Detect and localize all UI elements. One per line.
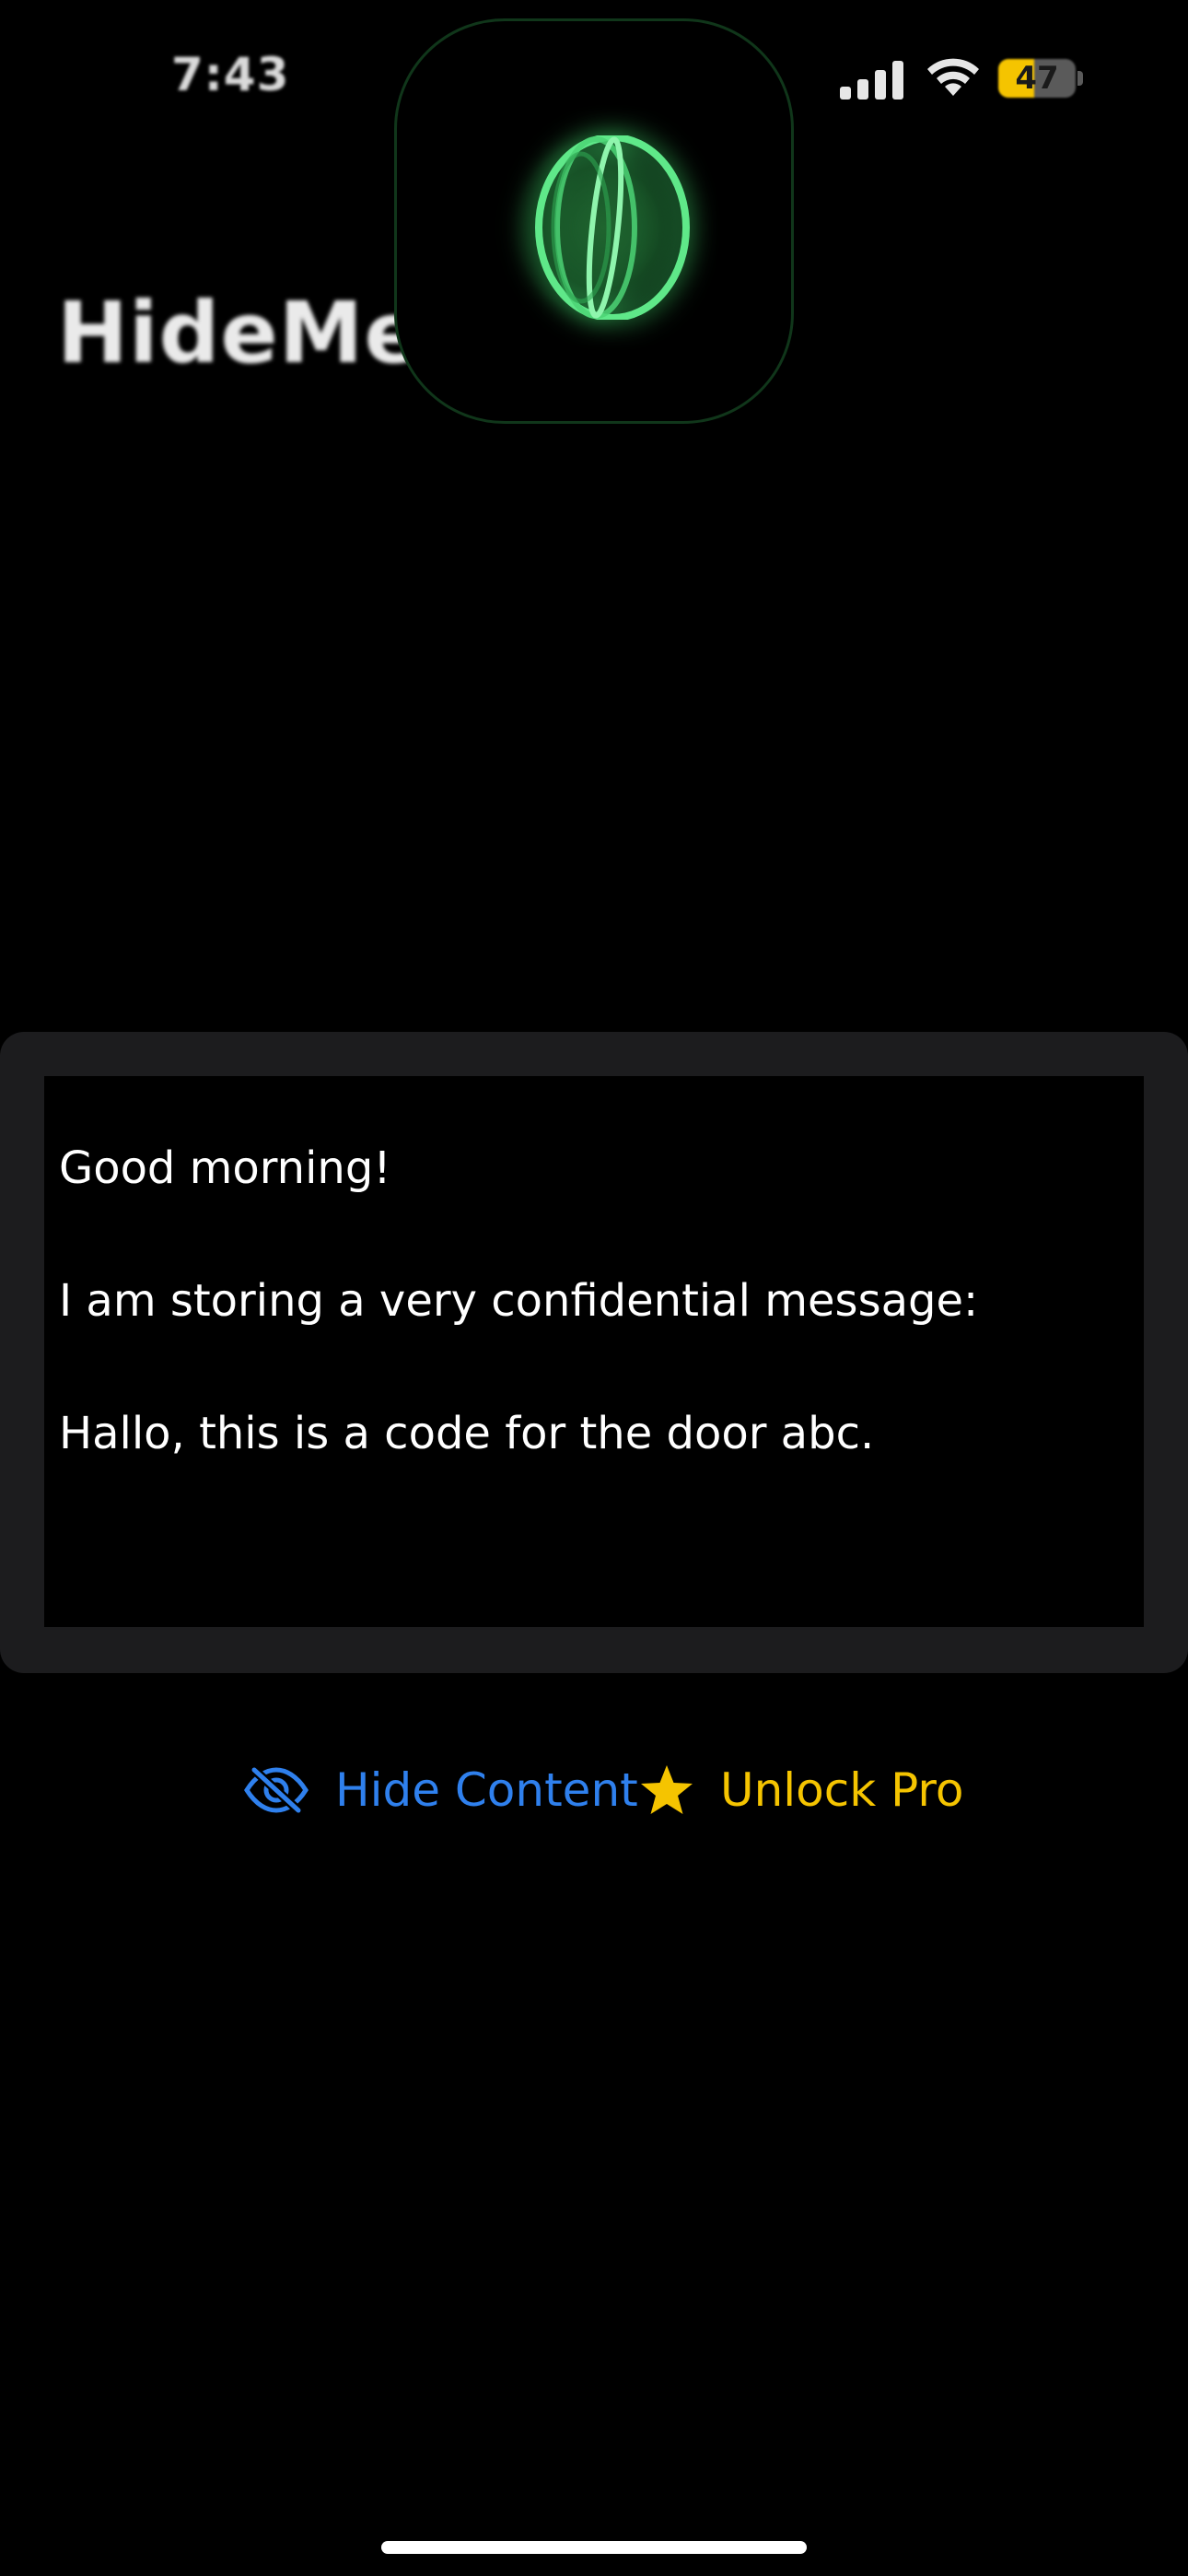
message-line: Hallo, this is a code for the door abc.	[59, 1408, 875, 1459]
action-bar: Hide Content Unlock Pro	[243, 1758, 980, 1822]
hide-content-label: Hide Content	[335, 1763, 638, 1817]
status-time: 7:43	[171, 48, 290, 101]
message-card: Good morning! I am storing a very confid…	[0, 1032, 1188, 1673]
battery-icon: 47	[998, 59, 1083, 98]
eye-slash-icon	[244, 1766, 309, 1814]
status-indicators: 47	[840, 55, 1089, 101]
message-line: I am storing a very confidential message…	[59, 1275, 979, 1327]
unlock-pro-button[interactable]: Unlock Pro	[639, 1758, 963, 1822]
message-editor[interactable]: Good morning! I am storing a very confid…	[44, 1076, 1144, 1627]
message-line: Good morning!	[59, 1142, 391, 1194]
unlock-pro-label: Unlock Pro	[720, 1763, 964, 1817]
hide-content-button[interactable]: Hide Content	[243, 1758, 638, 1822]
battery-level: 47	[1015, 60, 1059, 97]
app-title: HideMe	[57, 284, 423, 382]
home-indicator[interactable]	[381, 2541, 807, 2554]
wifi-icon	[927, 58, 979, 96]
star-icon	[641, 1765, 693, 1814]
glowing-orb-icon	[518, 135, 690, 320]
dynamic-island	[394, 18, 794, 424]
cellular-signal-icon	[840, 61, 903, 100]
screen: 7:43 47 HideMe Good morning! I am storin…	[0, 0, 1188, 2576]
